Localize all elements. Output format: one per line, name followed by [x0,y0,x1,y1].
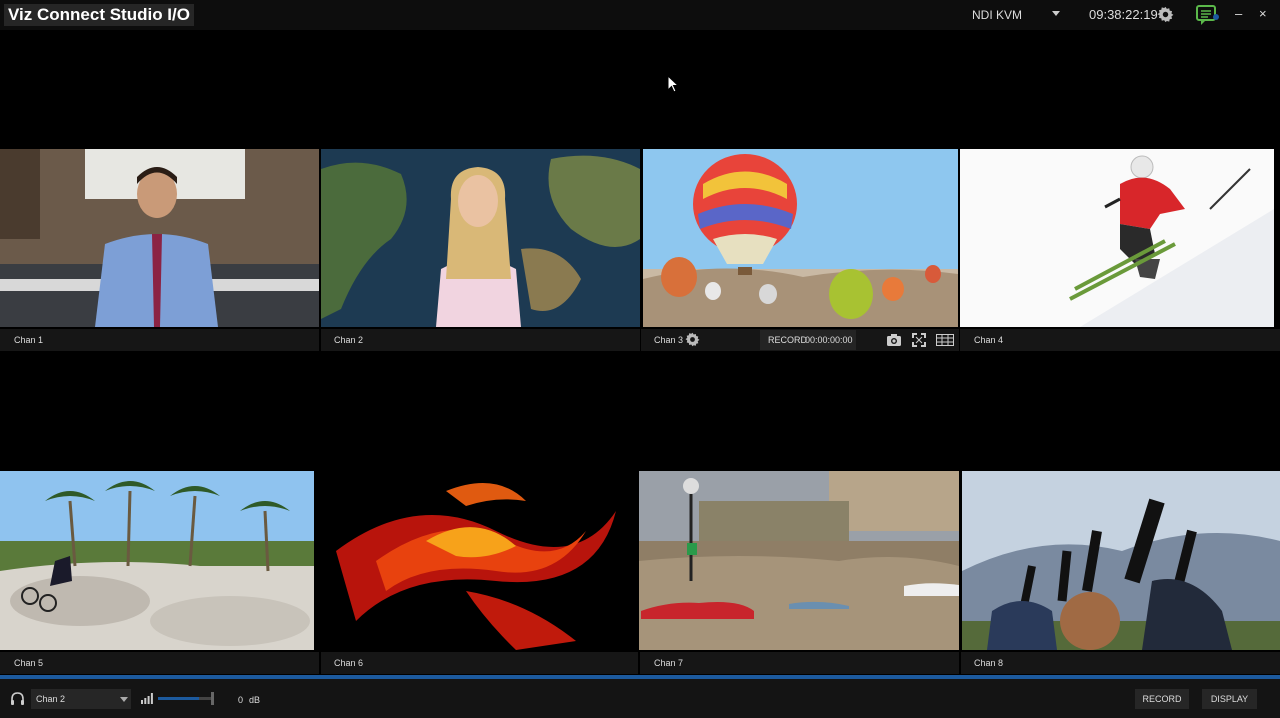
volume-bars-icon [141,693,153,704]
video-preview-chan2 [321,149,640,327]
gear-icon[interactable] [1157,6,1174,23]
channel-settings-gear-icon[interactable] [685,332,700,347]
overlay-grid-icon[interactable] [936,334,954,346]
channel-tile-1[interactable] [0,149,319,327]
clock-readout: 09:38:22:19 [1089,7,1158,22]
record-label: RECORD [768,335,808,345]
channel-label: Chan 5 [14,658,44,668]
volume-slider-handle[interactable] [211,692,214,705]
headphones-icon [11,692,24,705]
volume-slider[interactable] [158,697,212,700]
channel-tile-6[interactable] [316,471,637,650]
record-button[interactable]: RECORD [1135,689,1189,709]
channel-tile-8[interactable] [962,471,1280,650]
display-button[interactable]: DISPLAY [1202,689,1257,709]
video-preview-chan7 [639,471,959,650]
close-button[interactable]: × [1259,6,1267,21]
video-preview-chan1 [0,149,319,327]
chevron-down-icon [120,697,128,702]
channel-label-bar-8 [961,652,1280,674]
channel-tile-5[interactable] [0,471,314,650]
channel-label-bar-4 [960,329,1280,351]
channel-label: Chan 7 [654,658,684,668]
channel-label: Chan 4 [974,335,1004,345]
video-preview-chan3 [643,149,958,327]
minimize-button[interactable]: – [1235,6,1242,21]
title-bar: Viz Connect Studio I/O NDI KVM 09:38:22:… [0,0,1280,30]
output-select[interactable]: NDI KVM [972,8,1022,22]
video-preview-chan8 [962,471,1280,650]
notification-icon[interactable] [1196,4,1220,26]
channel-tile-4[interactable] [960,149,1274,327]
record-timecode: 00:00:00:00 [805,335,853,345]
video-preview-chan6 [316,471,637,650]
channel-label: Chan 1 [14,335,44,345]
app-title: Viz Connect Studio I/O [4,4,194,26]
camera-snapshot-icon[interactable] [887,334,901,346]
volume-db-unit: dB [249,695,261,705]
channel-label-bar-2 [321,329,640,351]
video-preview-chan4 [960,149,1274,327]
channel-label: Chan 2 [334,335,364,345]
channel-label-bar-6 [321,652,638,674]
volume-slider-fill [158,697,199,700]
audio-source-value: Chan 2 [36,694,66,704]
channel-tile-3[interactable] [643,149,958,327]
mouse-cursor-icon [667,75,679,93]
channel-label-bar-7 [640,652,959,674]
video-preview-chan5 [0,471,314,650]
channel-tile-7[interactable] [639,471,959,650]
audio-source-select[interactable]: Chan 2 [31,689,131,709]
channel-label: Chan 6 [334,658,364,668]
channel-label: Chan 3 [654,335,684,345]
channel-record-button[interactable]: RECORD 00:00:00:00 [760,330,856,350]
channel-tile-2[interactable] [321,149,640,327]
channel-label: Chan 8 [974,658,1004,668]
chevron-down-icon[interactable] [1052,11,1060,16]
volume-db-value: 0 [238,695,244,705]
channel-label-bar-1 [0,329,319,351]
channel-label-bar-5 [0,652,319,674]
fullscreen-icon[interactable] [912,333,926,347]
